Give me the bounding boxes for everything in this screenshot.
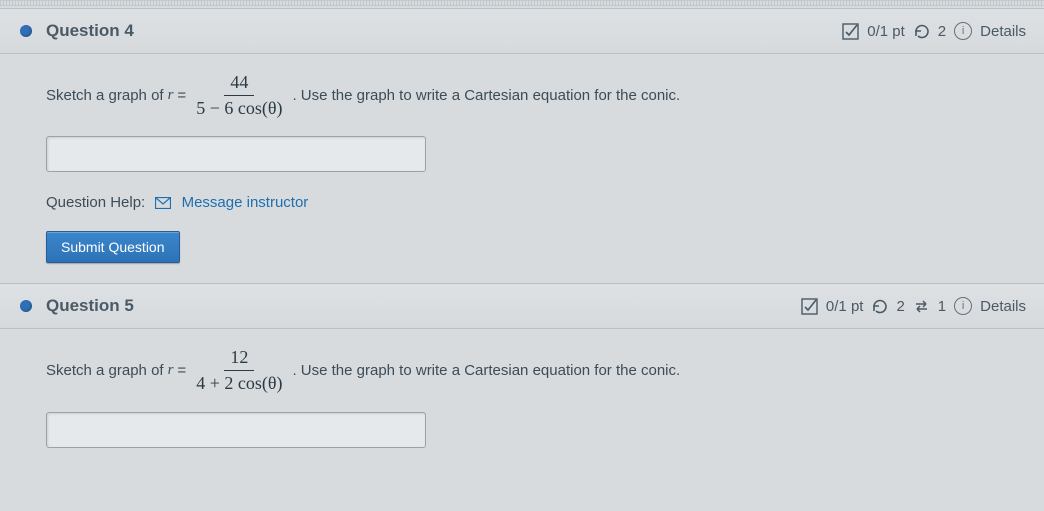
prompt-text-after: . Use the graph to write a Cartesian equ… — [292, 362, 680, 379]
checkbox-icon — [842, 23, 859, 40]
help-label: Question Help: — [46, 194, 145, 211]
question-prompt: Sketch a graph of r = 12 4 + 2 cos(θ) . … — [46, 347, 1014, 393]
variable-r: r — [168, 87, 174, 104]
question-5: Question 5 0/1 pt 2 1 i Details Sketch a… — [0, 283, 1044, 467]
score-text: 0/1 pt — [867, 23, 905, 40]
fraction-numerator: 44 — [224, 72, 254, 96]
status-dot-icon — [20, 25, 32, 37]
variable-r: r — [168, 362, 174, 379]
question-4: Question 4 0/1 pt 2 i Details Sketch a g… — [0, 8, 1044, 283]
question-title: Question 4 — [46, 21, 134, 41]
answer-input[interactable] — [46, 412, 426, 448]
prompt-text-before: Sketch a graph of — [46, 87, 164, 104]
question-5-header[interactable]: Question 5 0/1 pt 2 1 i Details — [0, 283, 1044, 329]
attempts-text: 2 — [938, 23, 946, 40]
equals-sign: = — [177, 362, 186, 379]
answer-input[interactable] — [46, 136, 426, 172]
help-row: Question Help: Message instructor — [46, 194, 1014, 211]
score-text: 0/1 pt — [826, 298, 864, 315]
prompt-text-before: Sketch a graph of — [46, 362, 164, 379]
retry-icon — [913, 23, 930, 40]
question-5-body: Sketch a graph of r = 12 4 + 2 cos(θ) . … — [0, 329, 1044, 457]
checkbox-icon — [801, 298, 818, 315]
mail-icon — [155, 197, 171, 209]
question-prompt: Sketch a graph of r = 44 5 − 6 cos(θ) . … — [46, 72, 1014, 118]
question-meta: 0/1 pt 2 i Details — [842, 22, 1026, 40]
fraction: 12 4 + 2 cos(θ) — [196, 347, 282, 393]
question-title: Question 5 — [46, 296, 134, 316]
submit-question-button[interactable]: Submit Question — [46, 231, 180, 263]
fraction-denominator: 5 − 6 cos(θ) — [196, 96, 282, 119]
info-icon[interactable]: i — [954, 297, 972, 315]
fraction-denominator: 4 + 2 cos(θ) — [196, 371, 282, 394]
question-4-body: Sketch a graph of r = 44 5 − 6 cos(θ) . … — [0, 54, 1044, 273]
question-meta: 0/1 pt 2 1 i Details — [801, 297, 1026, 315]
swap-icon — [913, 298, 930, 315]
question-4-header[interactable]: Question 4 0/1 pt 2 i Details — [0, 8, 1044, 54]
prompt-text-after: . Use the graph to write a Cartesian equ… — [292, 87, 680, 104]
info-icon[interactable]: i — [954, 22, 972, 40]
fraction: 44 5 − 6 cos(θ) — [196, 72, 282, 118]
attempts-text: 2 — [896, 298, 904, 315]
details-link[interactable]: Details — [980, 23, 1026, 40]
retry-icon — [871, 298, 888, 315]
fraction-numerator: 12 — [224, 347, 254, 371]
retries-text: 1 — [938, 298, 946, 315]
details-link[interactable]: Details — [980, 298, 1026, 315]
message-instructor-link[interactable]: Message instructor — [182, 194, 309, 211]
equals-sign: = — [177, 87, 186, 104]
status-dot-icon — [20, 300, 32, 312]
